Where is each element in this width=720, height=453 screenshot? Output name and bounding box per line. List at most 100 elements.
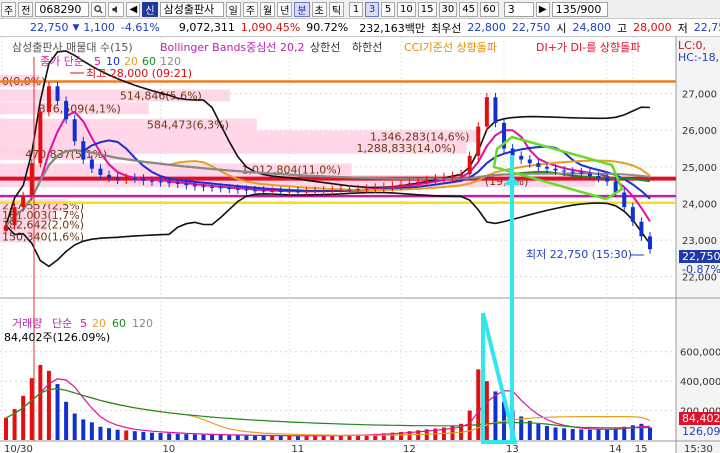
volume-bar — [175, 433, 180, 440]
legend-lower: 하한선 — [352, 40, 382, 54]
volume-bar — [270, 435, 275, 440]
change-arrow: ▼ — [72, 22, 80, 33]
candle-body — [261, 190, 266, 192]
candle-body — [210, 186, 215, 188]
candle-body — [115, 177, 120, 180]
volume-bar — [562, 428, 567, 440]
candle-body — [398, 184, 403, 186]
back-button[interactable]: 전 — [18, 1, 34, 17]
volume-bar — [527, 420, 532, 440]
interval-15-button[interactable]: 15 — [417, 1, 437, 17]
candle-body — [484, 97, 489, 127]
stock-chart[interactable]: 0(0,0%)514,846(5,6%)376,509(4,1%)584,473… — [0, 37, 720, 453]
candle-body — [476, 126, 481, 156]
volume-bar — [519, 416, 524, 440]
volume-bar — [235, 435, 240, 440]
price-tick-label: 27,000 — [682, 90, 717, 101]
volume-profile-label: 584,473(6,3%) — [147, 119, 229, 132]
volume-bar — [579, 429, 584, 440]
ratio-value: 90.72% — [306, 21, 349, 34]
candle-body — [579, 172, 584, 174]
period-day-tab[interactable]: 일 — [225, 1, 241, 17]
period-year-tab[interactable]: 년 — [277, 1, 293, 17]
candle-body — [390, 185, 395, 187]
interval-1-button[interactable]: 1 — [349, 1, 364, 17]
volume-bar — [4, 417, 8, 440]
candle-body — [433, 178, 438, 181]
interval-30-button[interactable]: 30 — [438, 1, 458, 17]
candle-body — [330, 190, 335, 192]
period-tick-tab[interactable]: 틱 — [328, 1, 345, 17]
volume-bar — [141, 431, 146, 440]
low-annotation: 최저 22,750 (15:30) — [526, 248, 632, 261]
volume-bar — [536, 423, 541, 440]
volume-bar — [218, 434, 223, 440]
interval-count-input[interactable]: 3 — [503, 1, 534, 17]
candle-body — [562, 170, 567, 172]
volume-bar — [493, 391, 498, 440]
interval-5-button[interactable]: 5 — [381, 1, 396, 17]
date-tick-label: 10 — [163, 444, 176, 453]
candle-body — [55, 86, 60, 101]
candle-body — [441, 177, 446, 179]
toolbar-top: 주 전 068290 ◀ 신 삼성출판사 일 주 월 년 분 초 틱 1 3 5… — [0, 0, 720, 19]
candle-body — [218, 187, 223, 189]
volume-profile-label: 376,509(4,1%) — [39, 102, 121, 115]
candle-body — [132, 177, 137, 179]
volume-bar — [89, 422, 94, 440]
volume-info: 84,402주(126.09%) — [4, 331, 110, 344]
period-second-tab[interactable]: 초 — [311, 1, 327, 17]
interval-60-button[interactable]: 60 — [479, 1, 499, 17]
next-button[interactable]: ▶ — [535, 1, 550, 17]
volume-bar — [484, 381, 489, 440]
low-price: 22,750 — [693, 21, 720, 34]
candle-body — [605, 177, 610, 182]
volume-profile-label: 1,288,833(14,0%) — [356, 142, 456, 155]
volume-bar — [570, 428, 575, 440]
candle-body — [493, 97, 498, 123]
date-axis-labels: 10/30 10 11 12 13 14 15 15:30 — [4, 444, 713, 453]
candle-body — [338, 189, 343, 191]
candle-body — [175, 182, 180, 184]
interval-45-button[interactable]: 45 — [459, 1, 478, 17]
candle-body — [364, 188, 369, 190]
candle-body — [313, 191, 318, 193]
volume-bar — [244, 435, 249, 440]
volume-bar — [210, 434, 215, 440]
candle-body — [278, 191, 283, 193]
candle-body — [416, 181, 421, 183]
candle-body — [570, 171, 575, 173]
prev-stock-button[interactable]: ◀ — [126, 1, 141, 17]
period-week-tab[interactable]: 주 — [242, 1, 259, 17]
range-input[interactable]: 135/900 — [551, 1, 608, 17]
volume-ratio: 1,090.45% — [240, 21, 301, 34]
interval-10-button[interactable]: 10 — [397, 1, 416, 17]
volume-profile-label: 150,340(1,6%) — [2, 230, 84, 243]
date-tick-label: 12 — [403, 444, 416, 453]
speaker-icon[interactable] — [108, 1, 125, 17]
volume-tick-label: 400,000 — [680, 377, 720, 388]
volume-bar — [21, 395, 26, 440]
volume-legend-120: 120 — [132, 317, 153, 330]
volume-profile-label: 514,846(5,6%) — [120, 89, 202, 102]
period-month-tab[interactable]: 월 — [260, 1, 276, 17]
interval-3-button[interactable]: 3 — [365, 1, 380, 17]
volume-bar — [476, 369, 481, 440]
volume-bar — [605, 428, 610, 440]
candle-body — [304, 191, 309, 193]
volume-bar — [38, 364, 43, 440]
search-icon[interactable] — [91, 1, 107, 17]
period-minute-tab[interactable]: 분 — [294, 1, 310, 17]
volume-bar — [295, 435, 300, 440]
candle-body — [64, 100, 69, 120]
candle-body — [98, 168, 103, 175]
stock-name-field[interactable]: 삼성출판사 — [159, 1, 224, 17]
volume-bar — [167, 433, 172, 440]
candle-body — [158, 181, 163, 183]
candle-body — [295, 191, 300, 193]
candle-body — [38, 111, 43, 164]
stock-code-input[interactable]: 068290 — [35, 1, 90, 17]
candle-body — [107, 174, 112, 178]
code-type-button[interactable]: 주 — [1, 1, 17, 17]
candle-body — [622, 192, 627, 208]
